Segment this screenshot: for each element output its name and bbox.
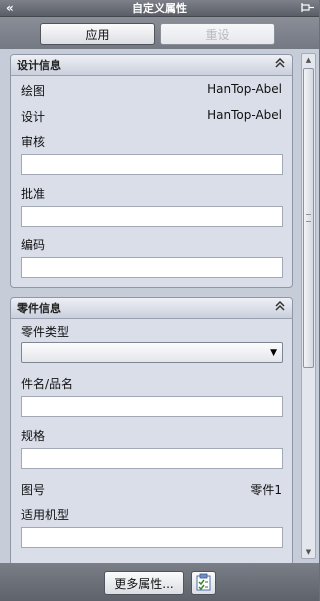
approve-field[interactable]: [21, 206, 283, 227]
panel-title: 自定义属性: [132, 2, 187, 15]
double-chevron-up-icon: [275, 57, 285, 68]
checklist-button[interactable]: [191, 571, 216, 595]
designer-value: HanTop-Abel: [207, 108, 282, 122]
spec-label: 规格: [21, 429, 46, 443]
part-info-header[interactable]: 零件信息: [11, 298, 292, 319]
more-properties-button[interactable]: 更多属性...: [104, 571, 184, 595]
review-field[interactable]: [21, 154, 283, 175]
approve-label: 批准: [21, 187, 46, 201]
part-name-label: 件名/品名: [21, 377, 74, 391]
checklist-icon: [196, 573, 211, 591]
double-chevron-up-icon: [275, 300, 285, 311]
collapse-icon[interactable]: «: [6, 0, 14, 17]
design-info-header[interactable]: 设计信息: [11, 55, 292, 76]
pin-icon[interactable]: [301, 2, 315, 14]
drawing-number-label: 图号: [21, 483, 46, 497]
design-info-title: 设计信息: [17, 59, 61, 72]
part-name-field[interactable]: [21, 396, 283, 417]
scroll-up-icon[interactable]: ▲: [302, 54, 315, 66]
scrollbar-thumb[interactable]: [303, 68, 314, 368]
pin-icon-svg: [301, 3, 314, 12]
properties-scroll-area[interactable]: 设计信息 绘图 HanTop-Abel 设计 HanTop-Abel 审核 批准…: [0, 49, 319, 563]
collapse-group-icon[interactable]: [275, 300, 285, 316]
scroll-down-icon[interactable]: ▼: [302, 546, 315, 558]
spec-field[interactable]: [21, 448, 283, 469]
part-info-title: 零件信息: [17, 302, 61, 315]
collapse-group-icon[interactable]: [275, 57, 285, 73]
scrollbar-grip: [306, 214, 311, 222]
part-type-label: 零件类型: [21, 325, 70, 339]
drawing-label: 绘图: [21, 84, 46, 98]
designer-label: 设计: [21, 110, 46, 124]
code-field[interactable]: [21, 257, 283, 278]
panel-title-bar: « 自定义属性: [0, 0, 319, 17]
drawing-number-value: 零件1: [250, 483, 282, 497]
part-type-select[interactable]: ▼: [21, 342, 283, 363]
model-label: 适用机型: [21, 508, 70, 522]
design-info-group: 设计信息 绘图 HanTop-Abel 设计 HanTop-Abel 审核 批准…: [10, 54, 293, 288]
reset-button[interactable]: 重设: [160, 23, 275, 45]
bottom-bar: 更多属性...: [0, 563, 319, 601]
vertical-scrollbar[interactable]: ▲ ▼: [301, 53, 316, 559]
code-label: 编码: [21, 238, 46, 252]
apply-button[interactable]: 应用: [40, 23, 155, 45]
review-label: 审核: [21, 135, 46, 149]
action-bar: 应用 重设: [0, 17, 319, 49]
part-info-group: 零件信息 零件类型 ▼ 件名/品名 规格 图号 零件1 适用机型: [10, 297, 293, 563]
dropdown-arrow-icon: ▼: [270, 348, 277, 358]
model-field[interactable]: [21, 527, 283, 548]
drawing-value: HanTop-Abel: [207, 82, 282, 96]
